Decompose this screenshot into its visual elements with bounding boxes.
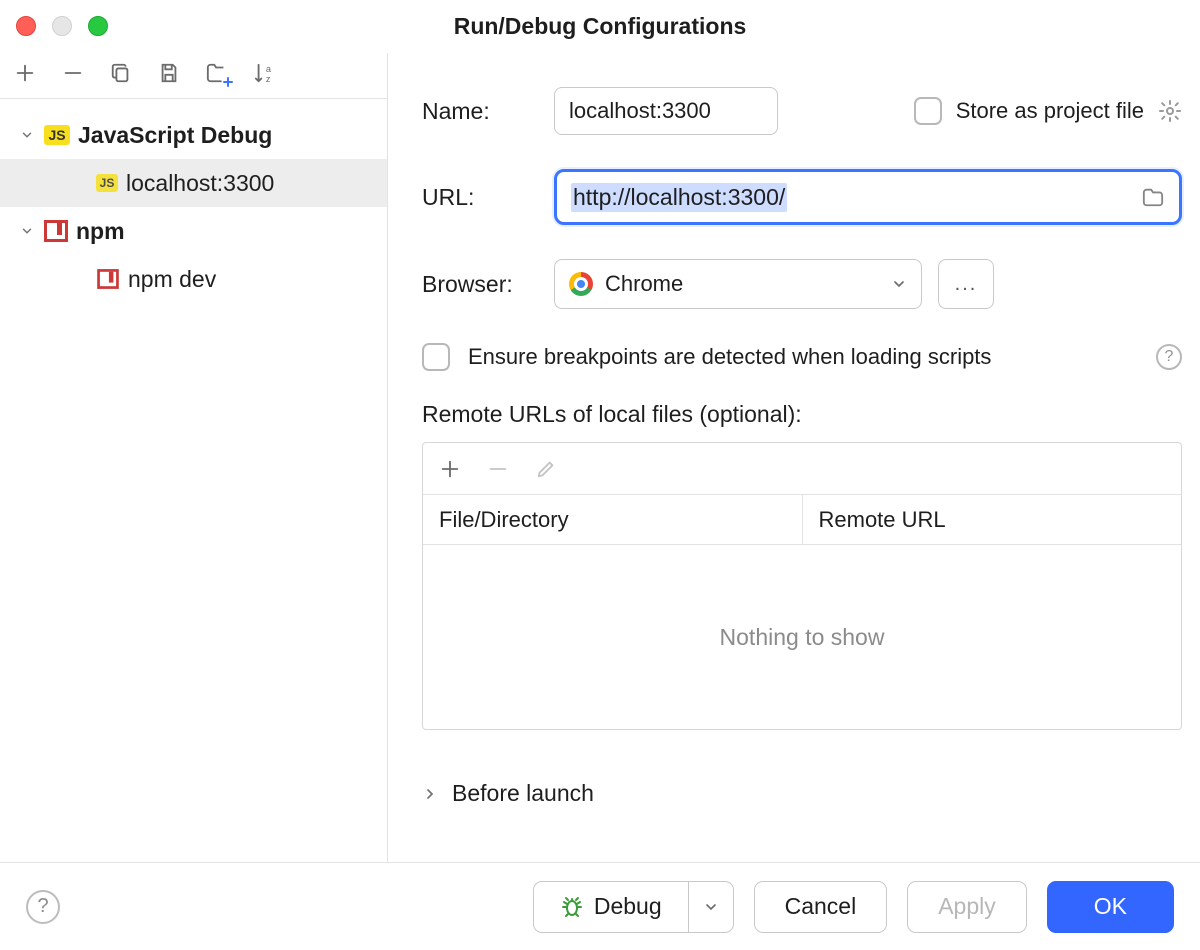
browser-label: Browser: bbox=[422, 271, 554, 298]
apply-button-label: Apply bbox=[938, 893, 996, 920]
svg-text:z: z bbox=[266, 74, 271, 84]
name-input-value: localhost:3300 bbox=[569, 98, 711, 124]
configurations-sidebar: az JS JavaScript Debug JS localhost:3300 bbox=[0, 53, 388, 862]
window-title: Run/Debug Configurations bbox=[454, 13, 747, 40]
url-label: URL: bbox=[422, 184, 554, 211]
column-file-directory: File/Directory bbox=[423, 495, 803, 544]
bug-icon bbox=[560, 895, 584, 919]
name-input[interactable]: localhost:3300 bbox=[554, 87, 778, 135]
javascript-icon: JS bbox=[96, 174, 118, 192]
copy-configuration-button[interactable] bbox=[108, 60, 134, 86]
gear-icon[interactable] bbox=[1158, 99, 1182, 123]
npm-icon bbox=[44, 220, 68, 242]
dialog-footer: ? Debug Cancel Apply OK bbox=[0, 862, 1200, 950]
zoom-window-button[interactable] bbox=[88, 16, 108, 36]
chrome-icon bbox=[569, 272, 593, 296]
tree-item-npm-dev[interactable]: npm dev bbox=[0, 255, 387, 303]
minimize-window-button[interactable] bbox=[52, 16, 72, 36]
titlebar: Run/Debug Configurations bbox=[0, 0, 1200, 52]
chevron-down-icon bbox=[18, 224, 36, 238]
column-remote-url: Remote URL bbox=[803, 495, 1182, 544]
debug-split-button: Debug bbox=[533, 881, 734, 933]
help-icon[interactable]: ? bbox=[1156, 344, 1182, 370]
close-window-button[interactable] bbox=[16, 16, 36, 36]
store-as-project-file-checkbox[interactable] bbox=[914, 97, 942, 125]
tree-item-localhost-3300[interactable]: JS localhost:3300 bbox=[0, 159, 387, 207]
cancel-button-label: Cancel bbox=[785, 893, 857, 920]
url-row: URL: http://localhost:3300/ bbox=[422, 169, 1182, 225]
remote-urls-header: File/Directory Remote URL bbox=[423, 495, 1181, 545]
chevron-right-icon bbox=[422, 786, 438, 802]
browser-more-button[interactable]: ... bbox=[938, 259, 994, 309]
name-label: Name: bbox=[422, 98, 554, 125]
ok-button[interactable]: OK bbox=[1047, 881, 1174, 933]
configuration-form: Name: localhost:3300 Store as project fi… bbox=[388, 53, 1200, 862]
save-configuration-button[interactable] bbox=[156, 60, 182, 86]
add-configuration-button[interactable] bbox=[12, 60, 38, 86]
svg-text:a: a bbox=[266, 64, 272, 74]
npm-icon bbox=[97, 269, 119, 289]
url-input[interactable]: http://localhost:3300/ bbox=[554, 169, 1182, 225]
chevron-down-icon bbox=[18, 128, 36, 142]
remote-urls-table: File/Directory Remote URL Nothing to sho… bbox=[422, 442, 1182, 730]
remote-urls-label: Remote URLs of local files (optional): bbox=[422, 401, 1182, 428]
chevron-down-icon bbox=[891, 276, 907, 292]
browser-select[interactable]: Chrome bbox=[554, 259, 922, 309]
browser-row: Browser: Chrome ... bbox=[422, 259, 1182, 309]
edit-templates-button[interactable] bbox=[204, 60, 230, 86]
tree-item-label: localhost:3300 bbox=[126, 170, 274, 197]
edit-mapping-button[interactable] bbox=[535, 458, 557, 480]
debug-button-label: Debug bbox=[594, 893, 662, 920]
tree-group-npm[interactable]: npm bbox=[0, 207, 387, 255]
name-row: Name: localhost:3300 Store as project fi… bbox=[422, 87, 1182, 135]
cancel-button[interactable]: Cancel bbox=[754, 881, 888, 933]
browse-folder-icon[interactable] bbox=[1141, 186, 1165, 208]
add-mapping-button[interactable] bbox=[439, 458, 461, 480]
sort-alphabetically-button[interactable]: az bbox=[252, 60, 278, 86]
tree-group-javascript-debug[interactable]: JS JavaScript Debug bbox=[0, 111, 387, 159]
ok-button-label: OK bbox=[1094, 893, 1127, 920]
url-input-value: http://localhost:3300/ bbox=[571, 183, 787, 212]
ensure-breakpoints-checkbox[interactable] bbox=[422, 343, 450, 371]
store-as-project-file-label: Store as project file bbox=[956, 98, 1144, 124]
remove-mapping-button[interactable] bbox=[487, 458, 509, 480]
ensure-breakpoints-label: Ensure breakpoints are detected when loa… bbox=[468, 344, 991, 370]
tree-group-label: JavaScript Debug bbox=[78, 122, 272, 149]
debug-dropdown-button[interactable] bbox=[688, 881, 734, 933]
tree-item-label: npm dev bbox=[128, 266, 216, 293]
remote-urls-toolbar bbox=[423, 443, 1181, 495]
ensure-breakpoints-row: Ensure breakpoints are detected when loa… bbox=[422, 343, 1182, 371]
tree-group-label: npm bbox=[76, 218, 125, 245]
sidebar-toolbar: az bbox=[0, 53, 387, 99]
javascript-icon: JS bbox=[44, 125, 70, 145]
before-launch-section[interactable]: Before launch bbox=[422, 780, 1182, 807]
remote-urls-empty: Nothing to show bbox=[423, 545, 1181, 729]
configurations-tree: JS JavaScript Debug JS localhost:3300 np… bbox=[0, 99, 387, 303]
before-launch-label: Before launch bbox=[452, 780, 594, 807]
remove-configuration-button[interactable] bbox=[60, 60, 86, 86]
window-controls bbox=[16, 16, 108, 36]
apply-button[interactable]: Apply bbox=[907, 881, 1027, 933]
browser-select-value: Chrome bbox=[605, 271, 683, 297]
debug-button[interactable]: Debug bbox=[533, 881, 688, 933]
help-button[interactable]: ? bbox=[26, 890, 60, 924]
